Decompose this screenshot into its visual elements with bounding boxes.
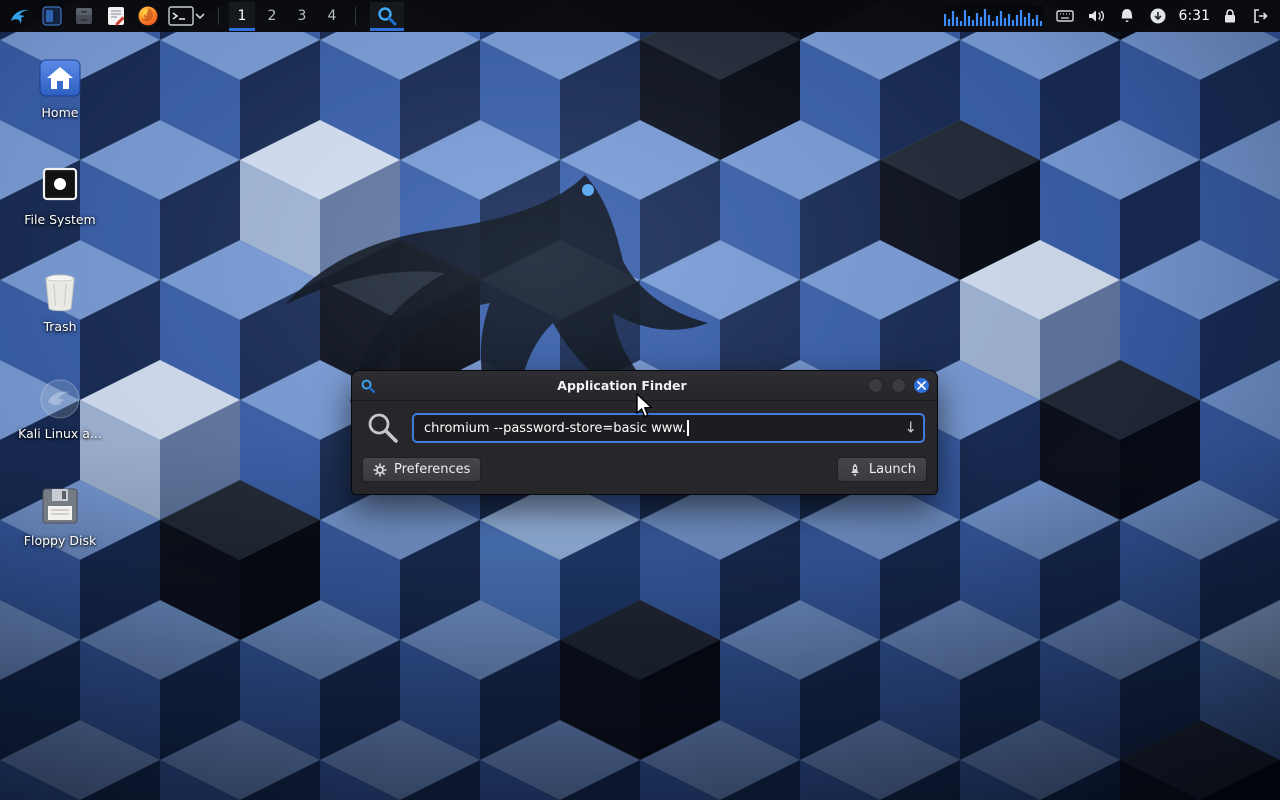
close-button[interactable]: [914, 378, 929, 393]
launch-label: Launch: [869, 462, 916, 477]
close-icon: [917, 381, 926, 390]
launcher-text-editor-button[interactable]: [102, 2, 130, 30]
command-input[interactable]: chromium --password-store=basic www. ↓: [412, 413, 925, 443]
volume-icon[interactable]: [1086, 6, 1106, 26]
launcher-app-window-button[interactable]: [38, 2, 66, 30]
history-dropdown-arrow[interactable]: ↓: [904, 421, 917, 436]
text-editor-icon: [104, 4, 128, 28]
top-panel: 1 2 3 4 6:31: [0, 0, 1280, 32]
desktop-icon-label: Home: [42, 106, 79, 120]
file-manager-icon: [72, 4, 96, 28]
maximize-button[interactable]: [891, 378, 906, 393]
desktop-icon-trash[interactable]: Trash: [16, 270, 104, 334]
command-input-text: chromium --password-store=basic www.: [424, 421, 686, 436]
application-finder-icon: [376, 5, 398, 27]
desktop-icon-floppy-disk[interactable]: Floppy Disk: [16, 484, 104, 548]
window-title: Application Finder: [382, 378, 862, 393]
desktop-icon-label: Kali Linux a...: [18, 427, 102, 441]
logout-icon[interactable]: [1250, 6, 1270, 26]
lock-icon[interactable]: [1221, 6, 1239, 26]
desktop-icon-kali-linux[interactable]: Kali Linux a...: [16, 377, 104, 441]
cpu-graph[interactable]: [944, 5, 1044, 27]
chevron-down-icon[interactable]: [194, 5, 206, 27]
desktop-icon-label: Trash: [43, 320, 76, 334]
clock[interactable]: 6:31: [1179, 8, 1210, 24]
terminal-icon: [168, 5, 194, 27]
desktop-icon-home[interactable]: Home: [16, 56, 104, 120]
desktop-icon-label: File System: [24, 213, 96, 227]
updates-icon[interactable]: [1148, 6, 1168, 26]
workspace-1[interactable]: 1: [229, 2, 255, 31]
titlebar[interactable]: Application Finder: [352, 371, 937, 401]
preferences-button[interactable]: Preferences: [362, 457, 481, 482]
kali-logo-icon: [8, 4, 32, 28]
workspace-4[interactable]: 4: [319, 2, 345, 31]
home-icon: [38, 56, 82, 100]
desktop-icon-file-system[interactable]: File System: [16, 163, 104, 227]
app-window-icon: [40, 4, 64, 28]
search-icon: [366, 411, 400, 445]
floppy-disk-icon: [38, 484, 82, 528]
application-finder-icon: [360, 378, 376, 394]
application-finder-window: Application Finder chromium --password-s…: [351, 370, 938, 495]
kali-menu-button[interactable]: [6, 2, 34, 30]
launch-button[interactable]: Launch: [837, 457, 927, 482]
text-caret: [687, 420, 689, 436]
system-tray: 6:31: [944, 5, 1274, 27]
trash-icon: [38, 270, 82, 314]
workspace-2[interactable]: 2: [259, 2, 285, 31]
minimize-button[interactable]: [868, 378, 883, 393]
launch-icon: [848, 463, 862, 477]
separator: [355, 7, 356, 25]
gear-icon: [373, 463, 387, 477]
preferences-label: Preferences: [394, 462, 470, 477]
desktop-icon-label: Floppy Disk: [24, 534, 96, 548]
launcher-file-manager-button[interactable]: [70, 2, 98, 30]
notifications-bell-icon[interactable]: [1117, 6, 1137, 26]
launcher-terminal-button[interactable]: [166, 2, 208, 30]
workspace-3[interactable]: 3: [289, 2, 315, 31]
file-system-icon: [38, 163, 82, 207]
firefox-icon: [136, 4, 160, 28]
launcher-firefox-button[interactable]: [134, 2, 162, 30]
separator: [218, 7, 219, 25]
keyboard-icon[interactable]: [1055, 6, 1075, 26]
kali-emblem-icon: [38, 377, 82, 421]
window-button-application-finder[interactable]: [370, 2, 404, 31]
